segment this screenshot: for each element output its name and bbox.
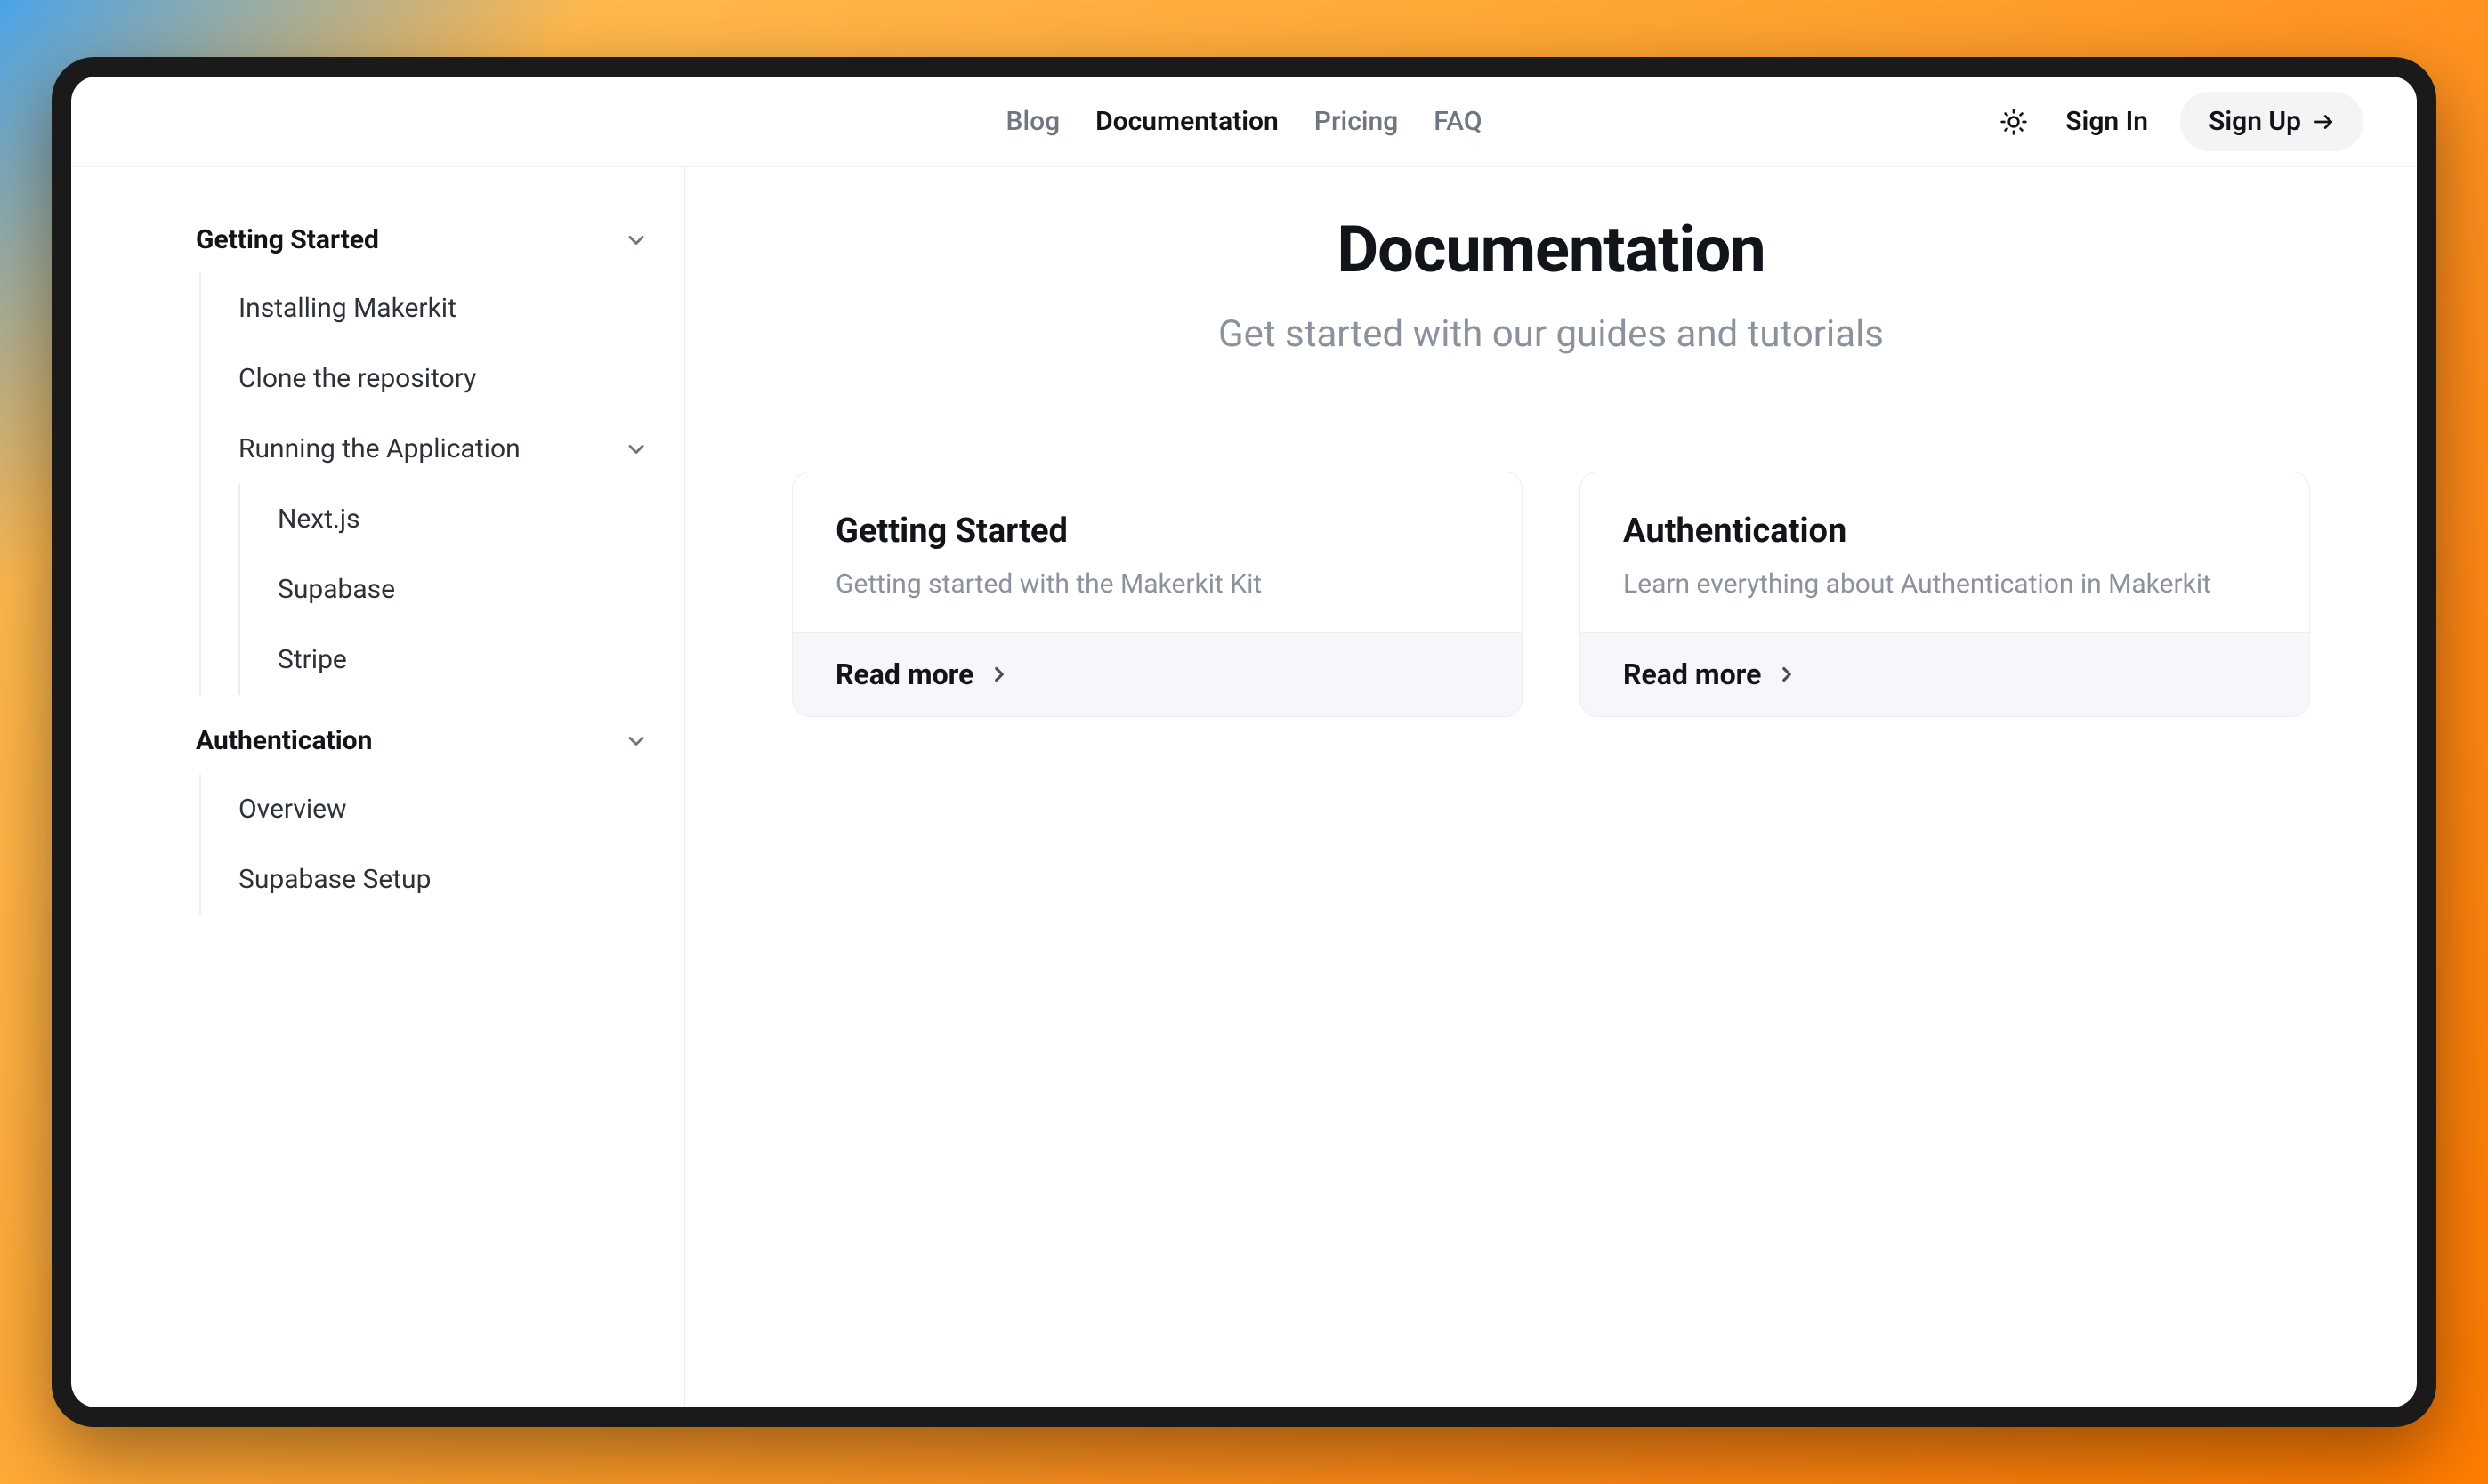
arrow-right-icon [2312,110,2335,133]
sidebar-children: Overview Supabase Setup [199,774,649,915]
card-read-more-button[interactable]: Read more [793,632,1522,716]
chevron-down-icon [624,228,649,253]
page-title: Documentation [792,212,2310,287]
nav-link-blog[interactable]: Blog [1006,106,1061,137]
sidebar-item-nextjs[interactable]: Next.js [240,484,649,554]
card-description: Learn everything about Authentication in… [1623,569,2266,600]
card-getting-started[interactable]: Getting Started Getting started with the… [792,472,1523,717]
chevron-down-icon [624,729,649,754]
nav-link-pricing[interactable]: Pricing [1314,106,1398,137]
card-grid: Getting Started Getting started with the… [792,472,2310,717]
card-cta-label: Read more [836,657,973,691]
sidebar-item-label: Supabase Setup [238,864,649,895]
sidebar-item-installing-makerkit[interactable]: Installing Makerkit [201,273,649,343]
nav-link-documentation[interactable]: Documentation [1095,106,1279,137]
sign-in-link[interactable]: Sign In [2065,106,2148,137]
top-right-controls: Sign In Sign Up [1994,92,2363,151]
sidebar-section-authentication[interactable]: Authentication [196,713,649,769]
card-body: Getting Started Getting started with the… [793,472,1522,632]
sidebar-item-clone-repository[interactable]: Clone the repository [201,343,649,414]
sidebar-children: Installing Makerkit Clone the repository… [199,273,649,695]
chevron-right-icon [1775,663,1798,686]
sidebar-item-label: Installing Makerkit [238,293,649,324]
sign-up-label: Sign Up [2209,106,2301,137]
top-nav: Blog Documentation Pricing FAQ [71,77,2417,167]
chevron-right-icon [988,663,1011,686]
card-title: Getting Started [836,512,1479,551]
sidebar: Getting Started Installing Makerkit Clon… [71,167,685,1407]
chevron-down-icon [624,437,649,462]
sidebar-item-supabase[interactable]: Supabase [240,554,649,625]
theme-toggle-button[interactable] [1994,102,2033,141]
nav-links: Blog Documentation Pricing FAQ [1006,106,1482,137]
card-authentication[interactable]: Authentication Learn everything about Au… [1579,472,2310,717]
card-body: Authentication Learn everything about Au… [1580,472,2309,632]
sidebar-section-getting-started[interactable]: Getting Started [196,212,649,268]
sidebar-item-label: Supabase [278,574,395,605]
sidebar-item-label: Stripe [278,644,347,675]
card-description: Getting started with the Makerkit Kit [836,569,1479,600]
page-subtitle: Get started with our guides and tutorial… [792,312,2310,356]
card-title: Authentication [1623,512,2266,551]
sidebar-section-title: Getting Started [196,224,379,255]
sidebar-item-supabase-setup[interactable]: Supabase Setup [201,844,649,915]
sidebar-item-label: Next.js [278,504,360,535]
sidebar-sub-children: Next.js Supabase Stripe [238,484,649,695]
sidebar-item-stripe[interactable]: Stripe [240,625,649,695]
sidebar-item-label: Clone the repository [238,363,649,394]
sidebar-section-title: Authentication [196,725,372,756]
main-content: Documentation Get started with our guide… [685,167,2417,1407]
card-read-more-button[interactable]: Read more [1580,632,2309,716]
app-screen: Blog Documentation Pricing FAQ [71,77,2417,1407]
nav-link-faq[interactable]: FAQ [1434,106,1482,137]
sun-icon [1999,108,2028,136]
card-cta-label: Read more [1623,657,1761,691]
sidebar-item-label: Overview [238,794,649,825]
sidebar-item-label: Running the Application [238,433,624,464]
sidebar-item-running-application[interactable]: Running the Application [201,414,649,484]
device-frame: Blog Documentation Pricing FAQ [52,57,2436,1427]
sign-up-button[interactable]: Sign Up [2180,92,2363,151]
sidebar-item-overview[interactable]: Overview [201,774,649,844]
